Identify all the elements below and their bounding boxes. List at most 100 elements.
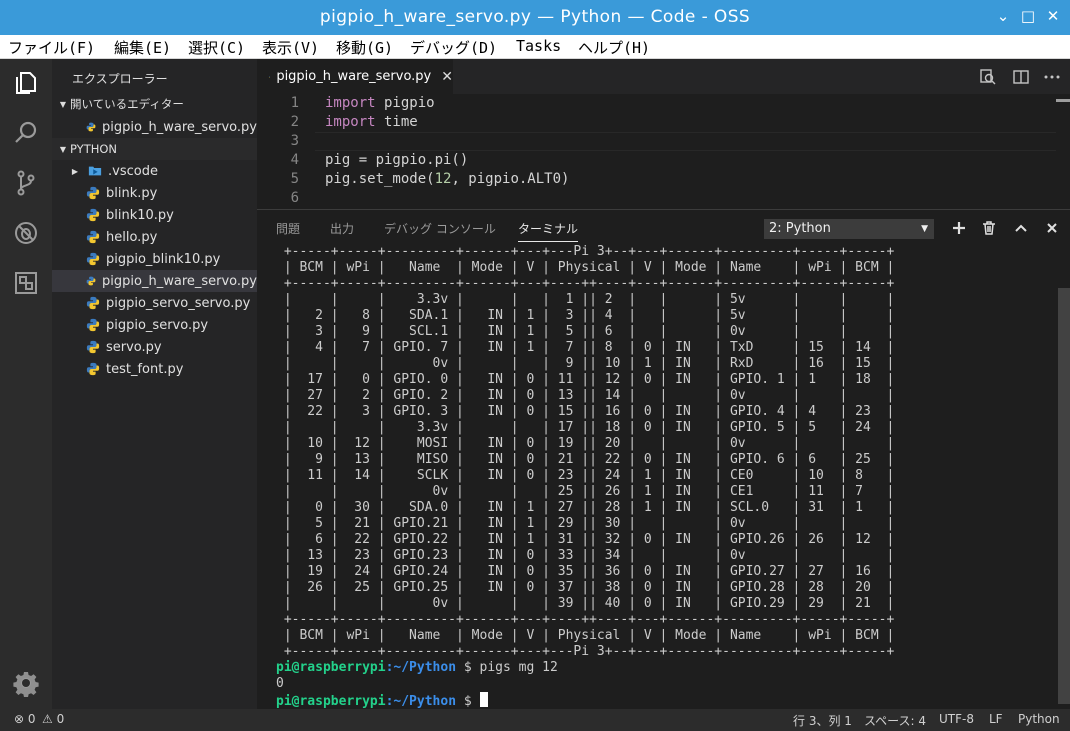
menu-selection[interactable]: 選択(C) [188,37,245,58]
terminal-scrollbar[interactable] [1058,288,1070,704]
terminal-select[interactable]: 2: Python ▼ [764,219,934,239]
explorer-icon[interactable] [0,59,52,107]
file-item-hello[interactable]: hello.py [52,226,257,248]
menu-go[interactable]: 移動(G) [336,37,393,58]
file-item-vscode[interactable]: ▶ .vscode [52,160,257,182]
terminal-line: | 17 | 0 | GPIO. 0 | IN | 0 | 11 || 12 |… [276,372,895,387]
open-editor-item[interactable]: pigpio_h_ware_servo.py [52,116,257,138]
terminal-line: +-----+-----+---------+------+---+----++… [276,276,895,291]
tab-problems[interactable]: 問題 [276,220,300,237]
debug-icon[interactable] [0,209,52,257]
file-label: hello.py [106,229,158,245]
terminal-line: | | | 0v | | | 39 || 40 | 0 | IN | GPIO.… [276,596,895,611]
code-editor[interactable]: 1 2 3 4 5 6 import pigpio import time pi… [257,94,1070,209]
title-bar: pigpio_h_ware_servo.py — Python — Code -… [0,0,1070,35]
close-panel-icon[interactable] [1044,220,1060,236]
terminal-line: | BCM | wPi | Name | Mode | V | Physical… [276,260,895,275]
folder-header-python[interactable]: ▼ PYTHON [52,138,257,160]
prompt-symbol: $ [456,694,480,709]
python-file-icon [86,340,100,354]
file-item-pigpio-h-ware-servo[interactable]: pigpio_h_ware_servo.py [52,270,257,292]
menu-edit[interactable]: 編集(E) [114,37,171,58]
terminal-cursor [479,692,488,707]
python-file-icon [86,252,100,266]
explorer-sidebar: エクスプローラー ▼ 開いているエディター pigpio_h_ware_serv… [52,59,257,709]
open-changes-icon[interactable] [979,68,997,86]
code-line: import time [325,114,418,130]
close-window-button[interactable]: ✕ [1043,7,1063,25]
file-item-pigpio-blink10[interactable]: pigpio_blink10.py [52,248,257,270]
terminal-command-output: 0 [276,676,284,691]
status-bar: ⊗ 0 ⚠ 0 行 3、列 1 スペース: 4 UTF-8 LF Python [0,709,1070,731]
extensions-icon[interactable] [0,259,52,307]
activity-bar [0,59,52,709]
python-file-icon [86,208,100,222]
prompt-path: :~/Python [385,660,457,675]
open-editors-header[interactable]: ▼ 開いているエディター [52,93,257,115]
python-file-icon [86,318,100,332]
language-mode[interactable]: Python [1018,712,1060,726]
tab-pigpio-h-ware-servo[interactable]: pigpio_h_ware_servo.py ✕ [257,59,453,94]
menu-help[interactable]: ヘルプ(H) [578,37,650,58]
tab-label: pigpio_h_ware_servo.py [276,69,432,84]
tab-terminal[interactable]: ターミナル [518,220,579,242]
file-item-pigpio-servo-servo[interactable]: pigpio_servo_servo.py [52,292,257,314]
error-icon: ⊗ [14,712,25,726]
code-line: pig.set_mode(12, pigpio.ALT0) [325,171,570,187]
warnings-indicator[interactable]: ⚠ 0 [42,712,64,726]
terminal-line: +-----+-----+---------+------+---+---Pi … [276,644,895,659]
search-icon[interactable] [0,109,52,157]
chevron-down-icon: ▼ [59,99,67,109]
file-item-test-font[interactable]: test_font.py [52,358,257,380]
close-tab-icon[interactable]: ✕ [441,69,453,85]
maximize-panel-icon[interactable] [1013,220,1029,236]
tab-debug-console[interactable]: デバッグ コンソール [384,220,496,237]
open-editor-label: pigpio_h_ware_servo.py [102,119,257,135]
line-number: 4 [290,152,299,168]
prompt-symbol: $ [456,660,480,675]
terminal-line: | 2 | 8 | SDA.1 | IN | 1 | 3 || 4 | | | … [276,308,895,323]
menu-debug[interactable]: デバッグ(D) [410,37,497,58]
terminal-output[interactable]: +-----+-----+---------+------+---+---Pi … [276,244,894,710]
file-item-servo[interactable]: servo.py [52,336,257,358]
file-label: pigpio_h_ware_servo.py [102,273,257,289]
chevron-down-icon: ▼ [59,144,67,154]
split-editor-icon[interactable] [1012,68,1030,86]
line-number: 3 [290,133,299,149]
gear-icon[interactable] [0,659,52,707]
new-terminal-icon[interactable] [951,220,967,236]
terminal-line: | | | 0v | | | 9 || 10 | 1 | IN | RxD | … [276,356,895,371]
file-item-blink[interactable]: blink.py [52,182,257,204]
maximize-button[interactable]: □ [1018,7,1038,25]
warning-icon: ⚠ [42,712,53,726]
bottom-panel: 問題 出力 デバッグ コンソール ターミナル 2: Python ▼ +----… [257,209,1070,709]
file-label: pigpio_blink10.py [106,251,221,267]
cursor-position[interactable]: 行 3、列 1 [793,712,852,729]
more-actions-icon[interactable] [1043,68,1061,86]
terminal-prompt-line: pi@raspberrypi:~/Python $ pigs mg 12 [276,660,894,676]
encoding[interactable]: UTF-8 [939,712,974,726]
line-ending[interactable]: LF [989,712,1003,726]
source-control-icon[interactable] [0,159,52,207]
tab-output[interactable]: 出力 [330,220,354,237]
terminal-line: | 22 | 3 | GPIO. 3 | IN | 0 | 15 || 16 |… [276,404,895,419]
file-label: pigpio_servo_servo.py [106,295,251,311]
editor-tab-bar: pigpio_h_ware_servo.py ✕ [257,59,1070,94]
menu-view[interactable]: 表示(V) [262,37,319,58]
line-number: 5 [290,171,299,187]
indentation[interactable]: スペース: 4 [864,712,926,729]
menu-tasks[interactable]: Tasks [516,37,561,55]
terminal-line: | | | 3.3v | | | 17 || 18 | 0 | IN | GPI… [276,420,895,435]
errors-indicator[interactable]: ⊗ 0 [14,712,36,726]
menu-file[interactable]: ファイル(F) [8,37,95,58]
python-file-icon [86,122,96,132]
terminal-active-prompt[interactable]: pi@raspberrypi:~/Python $ [276,692,894,710]
overview-ruler-mark [1056,99,1070,102]
prompt-path: :~/Python [385,694,457,709]
trash-icon[interactable] [981,220,997,236]
minimize-button[interactable]: ⌄ [993,7,1013,25]
python-file-icon [86,296,100,310]
file-item-pigpio-servo[interactable]: pigpio_servo.py [52,314,257,336]
file-item-blink10[interactable]: blink10.py [52,204,257,226]
line-number: 6 [290,190,299,206]
